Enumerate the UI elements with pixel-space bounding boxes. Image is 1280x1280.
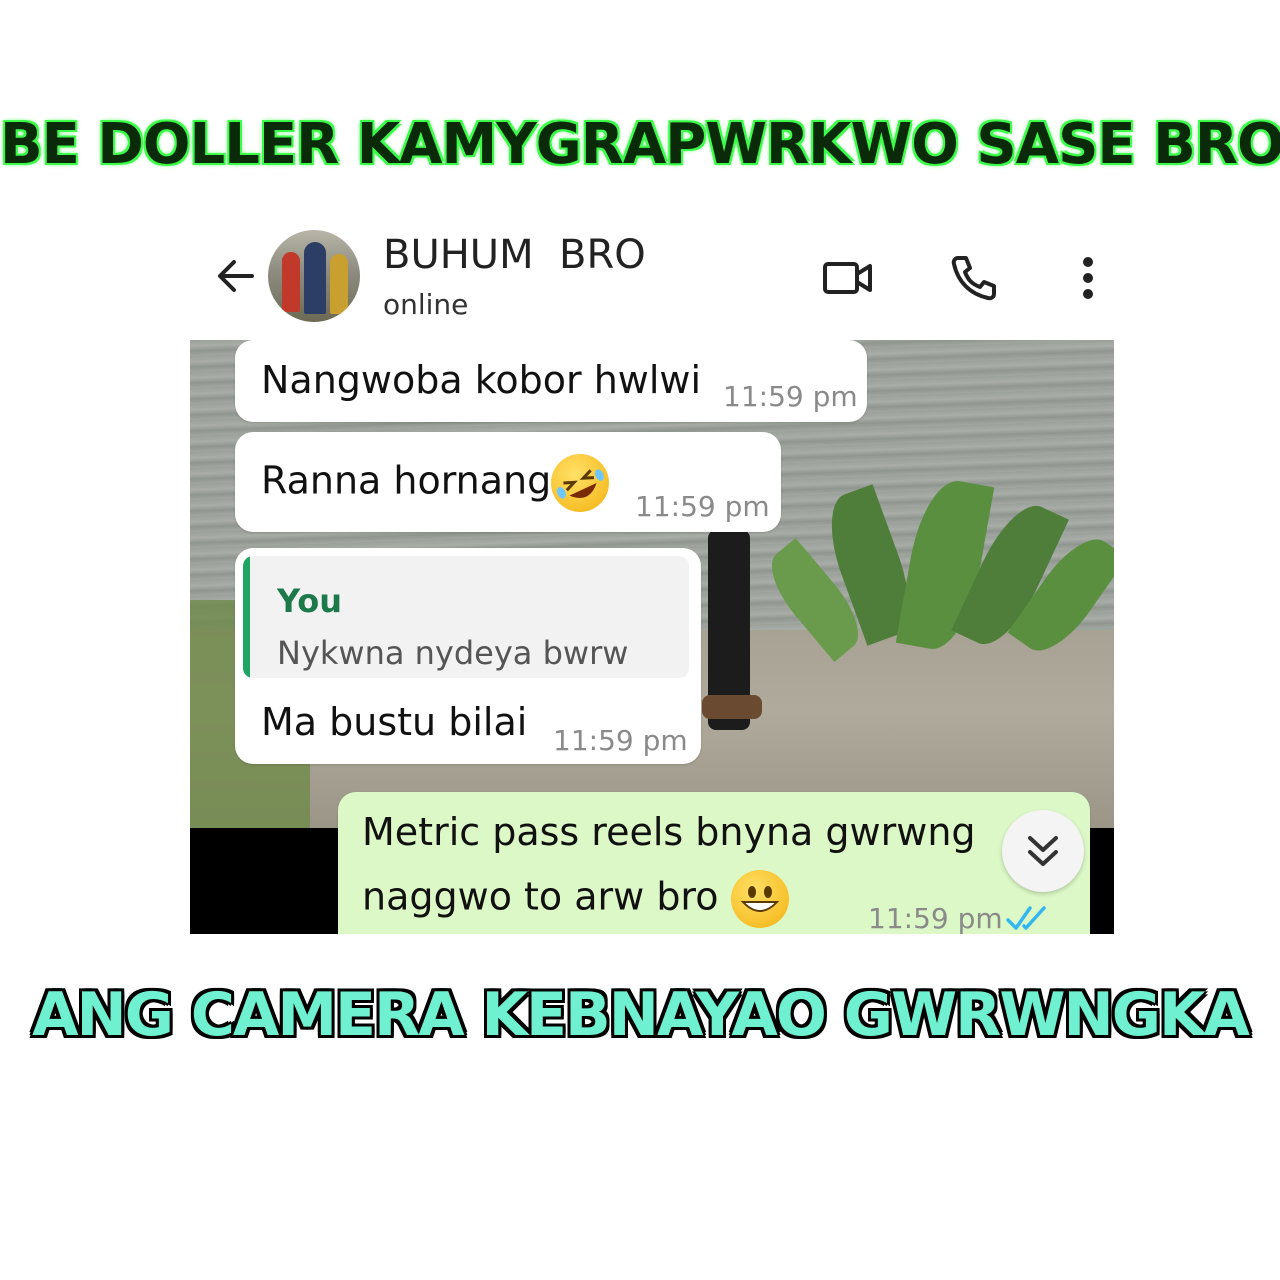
message-text: Nangwoba kobor hwlwi bbox=[261, 358, 702, 402]
message-text-line-2: naggwo to arw bro bbox=[362, 874, 719, 919]
message-time: 11:59 pm bbox=[868, 902, 1003, 934]
incoming-message[interactable]: Nangwoba kobor hwlwi 11:59 pm bbox=[235, 340, 867, 422]
message-text: Ma bustu bilai bbox=[261, 700, 528, 744]
top-caption: BE DOLLER KAMYGRAPWRKWO SASE BRO bbox=[0, 112, 1280, 177]
quote-bar bbox=[243, 556, 250, 678]
message-time: 11:59 pm bbox=[553, 724, 688, 757]
quoted-message[interactable]: You Nykwna nydeya bwrw bbox=[243, 556, 689, 678]
more-options-icon[interactable] bbox=[1060, 250, 1116, 306]
chat-header: BUHUM BRO online bbox=[190, 222, 1114, 332]
message-text: Ranna hornang bbox=[261, 458, 552, 503]
quoted-author: You bbox=[277, 582, 342, 620]
back-arrow-icon[interactable] bbox=[212, 252, 260, 300]
bottom-caption: ANG CAMERA KEBNAYAO GWRWNGKA bbox=[32, 980, 1250, 1050]
outgoing-message[interactable]: Metric pass reels bnyna gwrwng naggwo to… bbox=[338, 792, 1090, 934]
double-chevron-down-icon bbox=[1028, 836, 1058, 866]
message-time: 11:59 pm bbox=[635, 490, 770, 523]
video-call-icon[interactable] bbox=[820, 250, 876, 306]
grinning-face-emoji bbox=[730, 870, 789, 928]
rolling-on-floor-laughing-emoji bbox=[551, 454, 610, 512]
scroll-to-bottom-button[interactable] bbox=[1002, 810, 1084, 892]
quoted-text: Nykwna nydeya bwrw bbox=[277, 634, 629, 672]
contact-status: online bbox=[383, 288, 469, 321]
message-text-line-1: Metric pass reels bnyna gwrwng bbox=[362, 810, 976, 854]
read-receipt-icon bbox=[1006, 906, 1046, 930]
contact-name[interactable]: BUHUM BRO bbox=[383, 232, 646, 278]
incoming-reply-message[interactable]: You Nykwna nydeya bwrw Ma bustu bilai 11… bbox=[235, 548, 701, 764]
message-time: 11:59 pm bbox=[723, 380, 858, 413]
phone-icon[interactable] bbox=[946, 250, 1002, 306]
incoming-message[interactable]: Ranna hornang 11:59 pm bbox=[235, 432, 781, 532]
avatar[interactable] bbox=[268, 230, 360, 322]
chat-area[interactable]: Nangwoba kobor hwlwi 11:59 pm Ranna horn… bbox=[190, 340, 1114, 934]
